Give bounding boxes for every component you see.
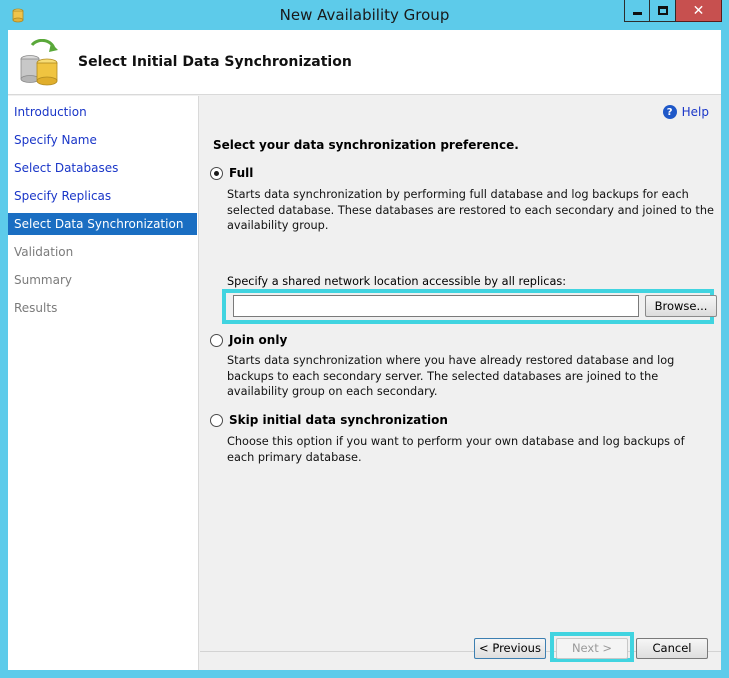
- skip-sync-option-description: Choose this option if you want to perfor…: [227, 435, 685, 464]
- database-sync-icon: [20, 39, 58, 86]
- nav-item-specify-name[interactable]: Specify Name: [8, 129, 197, 151]
- title-bar[interactable]: New Availability Group ✕: [0, 0, 729, 30]
- close-button[interactable]: ✕: [676, 0, 722, 22]
- wizard-nav-sidebar: Introduction Specify Name Select Databas…: [8, 96, 199, 670]
- full-option-label: Full: [229, 166, 254, 180]
- minimize-button[interactable]: [624, 0, 650, 22]
- main-panel: ? Help Select your data synchronization …: [200, 96, 721, 670]
- nav-item-introduction[interactable]: Introduction: [8, 101, 197, 123]
- share-location-input[interactable]: [233, 295, 639, 317]
- app-window: New Availability Group ✕ Select Initial …: [0, 0, 729, 678]
- nav-item-results: Results: [14, 301, 58, 315]
- join-only-option-radio[interactable]: Join only: [210, 332, 287, 348]
- full-option-description: Starts data synchronization by performin…: [227, 188, 714, 232]
- radio-full[interactable]: [210, 166, 223, 180]
- dialog-client-area: Select Initial Data Synchronization Intr…: [8, 30, 721, 670]
- radio-join-only[interactable]: [210, 333, 223, 347]
- help-icon: ?: [662, 105, 677, 119]
- close-icon: ✕: [692, 2, 705, 19]
- skip-sync-option-radio[interactable]: Skip initial data synchronization: [210, 412, 448, 428]
- maximize-button[interactable]: [650, 0, 676, 22]
- minimize-icon: [632, 12, 642, 15]
- sync-preference-prompt: Select your data synchronization prefere…: [213, 138, 519, 152]
- nav-item-select-databases[interactable]: Select Databases: [8, 157, 197, 179]
- nav-item-validation: Validation: [14, 245, 74, 259]
- previous-button[interactable]: < Previous: [474, 638, 546, 659]
- maximize-icon: [657, 6, 668, 15]
- cancel-button[interactable]: Cancel: [636, 638, 708, 659]
- page-title: Select Initial Data Synchronization: [78, 54, 352, 70]
- join-only-option-label: Join only: [229, 333, 288, 347]
- radio-skip-sync[interactable]: [210, 413, 223, 427]
- page-header: Select Initial Data Synchronization: [8, 30, 721, 95]
- nav-item-select-data-synchronization[interactable]: Select Data Synchronization: [8, 213, 197, 235]
- next-button[interactable]: Next >: [556, 638, 628, 659]
- skip-sync-option-label: Skip initial data synchronization: [229, 413, 448, 427]
- full-option-radio[interactable]: Full: [210, 165, 253, 181]
- caption-buttons: ✕: [624, 0, 722, 22]
- nav-item-summary: Summary: [14, 273, 72, 287]
- radio-selected-dot: [214, 170, 219, 176]
- help-label: Help: [681, 105, 709, 119]
- window-title: New Availability Group: [279, 6, 450, 24]
- help-link[interactable]: ? Help: [662, 104, 709, 120]
- nav-item-specify-replicas[interactable]: Specify Replicas: [8, 185, 197, 207]
- share-location-label: Specify a shared network location access…: [227, 275, 567, 288]
- browse-button[interactable]: Browse...: [645, 295, 717, 317]
- join-only-option-description: Starts data synchronization where you ha…: [227, 354, 675, 398]
